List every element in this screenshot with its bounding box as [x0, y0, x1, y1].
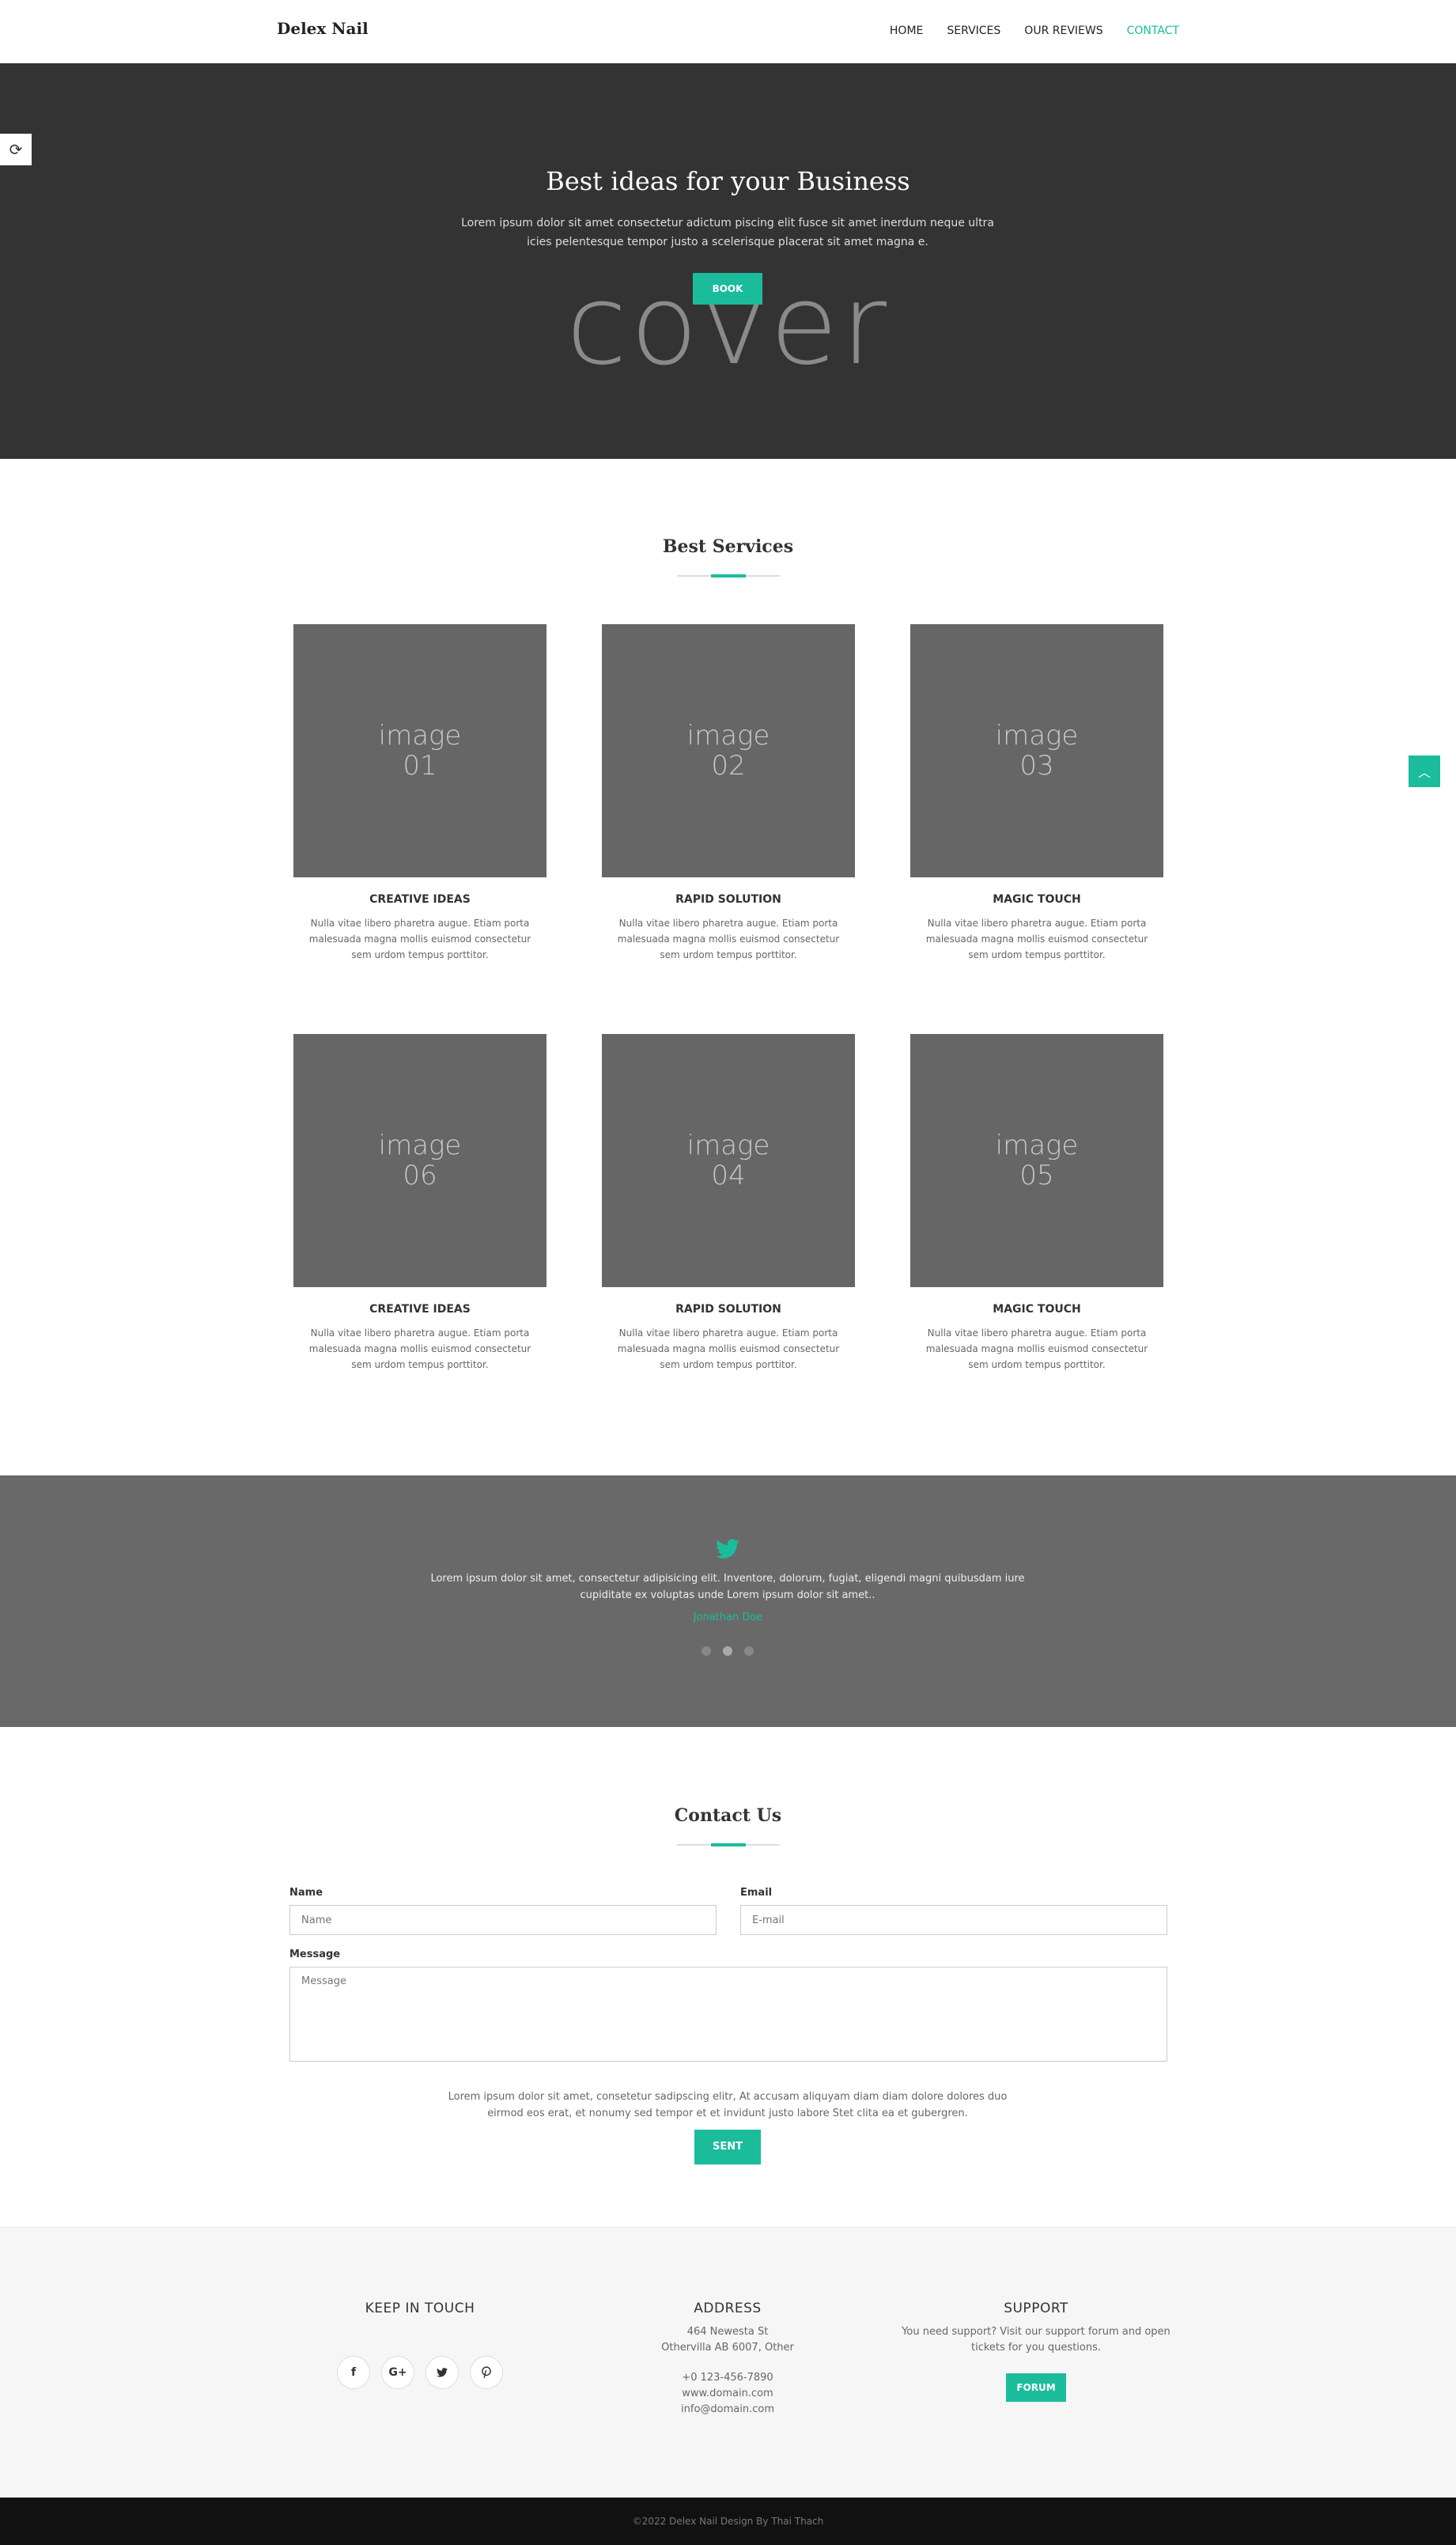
- site-header: Delex Nail HOME SERVICES OUR REVIEWS CON…: [0, 0, 1456, 63]
- service-card: image 01 CREATIVE IDEAS Nulla vitae liber…: [293, 624, 546, 963]
- service-card: image 04 RAPID SOLUTION Nulla vitae liber…: [602, 1034, 855, 1373]
- book-button[interactable]: BOOK: [693, 273, 762, 305]
- carousel-dot-active[interactable]: [723, 1646, 732, 1656]
- contact-title: Contact Us: [674, 1805, 782, 1826]
- forum-button[interactable]: FORUM: [1006, 2373, 1066, 2402]
- nav-contact[interactable]: CONTACT: [1127, 25, 1179, 37]
- service-title: CREATIVE IDEAS: [369, 893, 471, 906]
- copyright-bar: ©2022 Delex Nail Design By Thai Thach: [0, 2498, 1456, 2545]
- testimonial-author[interactable]: Jonathan Doe: [0, 1611, 1456, 1623]
- service-card: image 05 MAGIC TOUCH Nulla vitae libero p…: [910, 1034, 1163, 1373]
- nav-services[interactable]: SERVICES: [947, 25, 1000, 37]
- service-image: image 05: [910, 1034, 1163, 1287]
- hero-subtitle: Lorem ipsum dolor sit amet consectetur a…: [461, 217, 994, 248]
- pinterest-icon[interactable]: [470, 2356, 503, 2389]
- service-card: image 03 MAGIC TOUCH Nulla vitae libero p…: [910, 624, 1163, 963]
- service-image: image 06: [293, 1034, 546, 1287]
- carousel-dot[interactable]: [702, 1646, 711, 1656]
- service-description: Nulla vitae libero pharetra augue. Etiam…: [617, 918, 840, 960]
- facebook-icon[interactable]: f: [337, 2356, 370, 2389]
- refresh-icon[interactable]: ⟳: [0, 134, 32, 165]
- service-title: CREATIVE IDEAS: [369, 1303, 471, 1316]
- name-label: Name: [289, 1887, 323, 1899]
- services-title: Best Services: [662, 536, 794, 557]
- hero-section: Best ideas for your Business Lorem ipsum…: [0, 63, 1456, 459]
- service-description: Nulla vitae libero pharetra augue. Etiam…: [925, 918, 1148, 960]
- email-link[interactable]: info@domain.com: [585, 2402, 870, 2418]
- service-image: image 03: [910, 624, 1163, 877]
- service-description: Nulla vitae libero pharetra augue. Etiam…: [308, 918, 531, 960]
- footer-support-title: SUPPORT: [1004, 2301, 1068, 2316]
- footer-support: SUPPORT You need support? Visit our supp…: [894, 2301, 1178, 2402]
- send-button[interactable]: SENT: [694, 2130, 761, 2164]
- twitter-icon[interactable]: [425, 2356, 459, 2389]
- brand-logo[interactable]: Delex Nail: [277, 19, 369, 38]
- google-plus-icon[interactable]: G+: [381, 2356, 414, 2389]
- service-card: image 02 RAPID SOLUTION Nulla vitae liber…: [602, 624, 855, 963]
- email-label: Email: [740, 1887, 773, 1899]
- service-image: image 04: [602, 1034, 855, 1287]
- contact-title-divider: [677, 1843, 780, 1846]
- email-input[interactable]: [740, 1905, 1167, 1935]
- carousel-dots: [702, 1646, 754, 1656]
- footer-address-title: ADDRESS: [694, 2301, 762, 2316]
- service-title: RAPID SOLUTION: [675, 893, 781, 906]
- services-title-divider: [677, 574, 780, 578]
- address-line2: Othervilla AB 6007, Other: [661, 2342, 794, 2354]
- website-link[interactable]: www.domain.com: [585, 2386, 870, 2402]
- social-links: f G+: [278, 2356, 562, 2389]
- service-title: RAPID SOLUTION: [675, 1303, 781, 1316]
- service-description: Nulla vitae libero pharetra augue. Etiam…: [617, 1327, 840, 1370]
- service-description: Nulla vitae libero pharetra augue. Etiam…: [925, 1327, 1148, 1370]
- service-title: MAGIC TOUCH: [993, 1303, 1081, 1316]
- footer-keep-in-touch: KEEP IN TOUCH f G+: [278, 2301, 562, 2389]
- service-card: image 06 CREATIVE IDEAS Nulla vitae liber…: [293, 1034, 546, 1373]
- scroll-top-icon[interactable]: ︿: [1409, 756, 1440, 787]
- contact-note: Lorem ipsum dolor sit amet, consetetur s…: [448, 2091, 1008, 2119]
- service-title: MAGIC TOUCH: [993, 893, 1081, 906]
- message-textarea[interactable]: [289, 1967, 1167, 2062]
- main-nav: HOME SERVICES OUR REVIEWS CONTACT: [890, 25, 1179, 37]
- name-input[interactable]: [289, 1905, 717, 1935]
- service-image: image 01: [293, 624, 546, 877]
- footer-address: ADDRESS 464 Newesta St Othervilla AB 600…: [585, 2301, 870, 2418]
- support-text: You need support? Visit our support foru…: [902, 2326, 1170, 2354]
- address-line1: 464 Newesta St: [686, 2326, 769, 2338]
- footer-keep-title: KEEP IN TOUCH: [365, 2301, 475, 2316]
- service-description: Nulla vitae libero pharetra augue. Etiam…: [308, 1327, 531, 1370]
- twitter-icon: [714, 1539, 741, 1561]
- nav-home[interactable]: HOME: [890, 25, 923, 37]
- phone: +0 123-456-7890: [682, 2372, 773, 2384]
- site-footer: KEEP IN TOUCH f G+ ADDRESS 464 Newesta S…: [0, 2227, 1456, 2498]
- testimonial-section: Lorem ipsum dolor sit amet, consectetur …: [0, 1475, 1456, 1727]
- message-label: Message: [289, 1949, 341, 1960]
- hero-title: Best ideas for your Business: [546, 166, 910, 196]
- nav-our-reviews[interactable]: OUR REVIEWS: [1024, 25, 1102, 37]
- service-image: image 02: [602, 624, 855, 877]
- testimonial-text: Lorem ipsum dolor sit amet, consectetur …: [430, 1573, 1025, 1601]
- carousel-dot[interactable]: [744, 1646, 754, 1656]
